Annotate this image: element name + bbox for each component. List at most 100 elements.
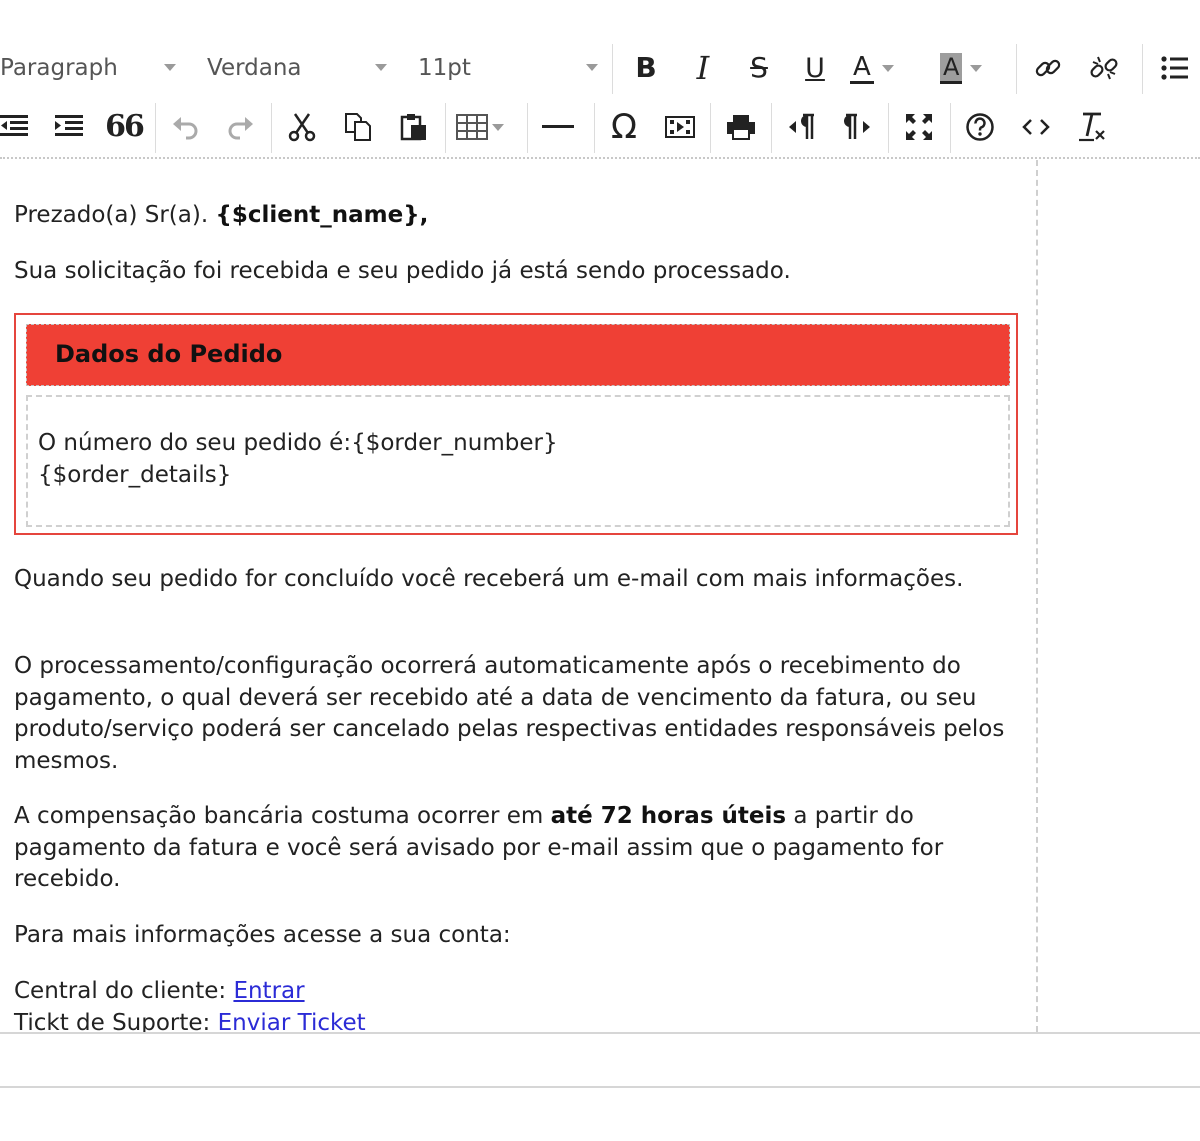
background-color-icon: A <box>940 52 963 84</box>
strikethrough-button[interactable]: S <box>739 38 779 98</box>
completion-paragraph: Quando seu pedido for concluído você rec… <box>14 566 964 592</box>
blockquote-button[interactable]: 66 <box>105 97 145 157</box>
toolbar-separator <box>1016 44 1017 94</box>
chevron-down-icon <box>586 64 598 71</box>
bold-button[interactable]: B <box>626 38 666 98</box>
ltr-button[interactable] <box>782 97 822 157</box>
toolbar-separator <box>271 103 272 153</box>
client-center-label: Central do cliente: <box>14 978 227 1004</box>
send-ticket-link[interactable]: Enviar Ticket <box>218 1010 366 1033</box>
fullscreen-button[interactable] <box>899 97 939 157</box>
cut-icon <box>288 113 316 142</box>
ltr-icon <box>789 113 814 139</box>
bold-icon: B <box>635 51 657 84</box>
toolbar-separator <box>527 103 528 153</box>
media-icon <box>665 116 695 138</box>
format-select[interactable]: Paragraph <box>0 38 180 98</box>
outdent-button[interactable] <box>0 97 30 157</box>
special-char-icon: Ω <box>611 107 637 147</box>
order-details-body: O número do seu pedido é:{$order_number}… <box>26 395 1010 527</box>
unlink-button[interactable] <box>1084 38 1124 98</box>
font-size-select[interactable]: 11pt <box>418 38 598 98</box>
toolbar-row-2: 66 Ω <box>0 97 1200 157</box>
toolbar-divider <box>0 157 1200 159</box>
redo-icon <box>228 117 253 140</box>
clear-format-icon <box>1079 112 1105 142</box>
underline-button[interactable]: U <box>795 38 835 98</box>
special-char-button[interactable]: Ω <box>604 97 644 157</box>
toolbar-separator <box>1142 44 1143 94</box>
link-button[interactable] <box>1028 38 1068 98</box>
compensation-highlight: até 72 horas úteis <box>550 803 787 829</box>
toolbar-separator <box>155 103 156 153</box>
unlink-icon <box>1090 56 1118 80</box>
chevron-down-icon <box>881 64 894 72</box>
italic-button[interactable]: I <box>683 38 723 98</box>
chevron-down-icon <box>492 123 504 131</box>
strikethrough-icon: S <box>750 51 768 84</box>
font-size-select-value: 11pt <box>418 55 471 81</box>
client-name-variable: {$client_name}, <box>215 202 429 228</box>
rtl-button[interactable] <box>838 97 878 157</box>
account-links: Central do cliente: Entrar Tickt de Supo… <box>14 976 1026 1032</box>
help-button[interactable] <box>960 97 1000 157</box>
toolbar-separator <box>771 103 772 153</box>
font-select[interactable]: Verdana <box>207 38 387 98</box>
clear-format-button[interactable] <box>1072 97 1112 157</box>
link-icon <box>1035 59 1061 77</box>
editor-body[interactable]: Prezado(a) Sr(a). {$client_name}, Sua so… <box>0 160 1038 1032</box>
more-info-paragraph: Para mais informações acesse a sua conta… <box>14 922 511 948</box>
outdent-icon <box>0 115 28 136</box>
toolbar-separator <box>950 103 951 153</box>
received-paragraph: Sua solicitação foi recebida e seu pedid… <box>14 258 791 284</box>
text-color-icon: A <box>850 53 874 84</box>
cut-button[interactable] <box>284 97 320 157</box>
editor-statusbar <box>0 1032 1200 1088</box>
format-select-value: Paragraph <box>0 55 118 81</box>
help-icon <box>966 113 994 141</box>
order-details-title: Dados do Pedido <box>26 324 1010 386</box>
processing-paragraph: O processamento/configuração ocorrerá au… <box>14 653 1005 774</box>
copy-button[interactable] <box>340 97 376 157</box>
toolbar-separator <box>710 103 711 153</box>
toolbar-separator <box>612 44 613 94</box>
table-icon <box>456 114 488 140</box>
fullscreen-icon <box>906 114 932 140</box>
italic-icon: I <box>696 49 710 87</box>
toolbar-row-1: Paragraph Verdana 11pt B I S U A A <box>0 38 1200 98</box>
toolbar-separator <box>445 103 446 153</box>
undo-button[interactable] <box>168 97 204 157</box>
editor-toolbar: Paragraph Verdana 11pt B I S U A A 66 Ω <box>0 0 1200 159</box>
print-button[interactable] <box>721 97 761 157</box>
compensation-paragraph: A compensação bancária costuma ocorrer e… <box>14 801 1026 896</box>
chevron-down-icon <box>164 64 176 71</box>
order-details-line: {$order_details} <box>38 462 232 488</box>
rtl-icon <box>844 113 870 139</box>
order-number-line: O número do seu pedido é:{$order_number} <box>38 430 558 456</box>
chevron-down-icon <box>970 64 983 72</box>
undo-icon <box>173 117 198 140</box>
font-select-value: Verdana <box>207 55 302 81</box>
toolbar-separator <box>888 103 889 153</box>
paste-icon <box>400 114 426 141</box>
print-icon <box>727 115 755 140</box>
horizontal-rule-button[interactable] <box>538 97 578 157</box>
source-code-button[interactable] <box>1016 97 1056 157</box>
toolbar-separator <box>594 103 595 153</box>
bullet-list-icon <box>1161 56 1188 80</box>
paste-button[interactable] <box>396 97 432 157</box>
bullet-list-button[interactable] <box>1155 38 1195 98</box>
underline-icon: U <box>805 52 825 84</box>
media-button[interactable] <box>660 97 700 157</box>
compensation-prefix: A compensação bancária costuma ocorrer e… <box>14 803 544 829</box>
indent-button[interactable] <box>50 97 86 157</box>
copy-icon <box>345 113 371 141</box>
greeting-line: Prezado(a) Sr(a). {$client_name}, <box>14 200 1026 232</box>
horizontal-rule-icon <box>542 125 574 128</box>
text-color-button[interactable]: A <box>850 38 920 98</box>
table-button[interactable] <box>456 97 516 157</box>
greeting-prefix: Prezado(a) Sr(a). <box>14 202 209 228</box>
redo-button[interactable] <box>222 97 258 157</box>
client-center-link[interactable]: Entrar <box>233 978 304 1004</box>
background-color-button[interactable]: A <box>940 38 1006 98</box>
